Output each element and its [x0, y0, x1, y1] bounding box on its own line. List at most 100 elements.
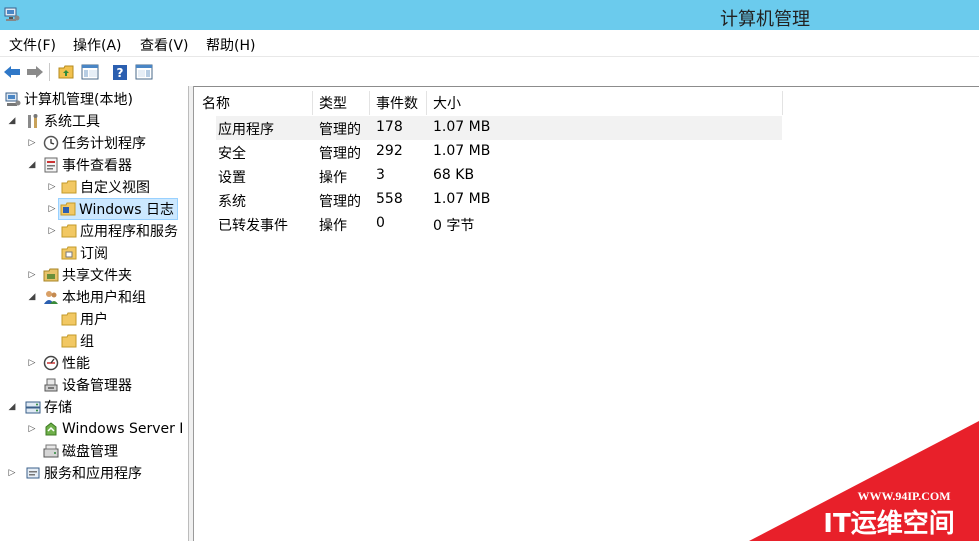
tree-label: Windows Server I [62, 421, 184, 437]
cell-size: 1.07 MB [433, 143, 491, 159]
expand-arrow-icon[interactable]: ◢ [7, 396, 17, 418]
tree-label: Windows 日志 [79, 202, 174, 218]
menu-help[interactable]: 帮助(H) [206, 35, 255, 55]
tree-item-custom-views[interactable]: 自定义视图 [60, 176, 150, 198]
table-row[interactable]: 应用程序 管理的 178 1.07 MB [216, 116, 782, 140]
tree-item-local-users[interactable]: 本地用户和组 [42, 286, 146, 308]
column-header-size[interactable]: 大小 [427, 91, 783, 115]
collapse-arrow-icon[interactable]: ▷ [27, 132, 37, 154]
action-pane-button[interactable] [134, 62, 154, 82]
help-button[interactable]: ? [110, 62, 130, 82]
column-header-type[interactable]: 类型 [313, 91, 370, 115]
cell-name: 系统 [218, 194, 246, 210]
cell-size: 0 字节 [433, 218, 475, 234]
tree-label: 组 [80, 334, 94, 350]
tree-item-performance[interactable]: 性能 [42, 352, 90, 374]
collapse-arrow-icon[interactable]: ▷ [7, 462, 17, 484]
cell-type: 管理的 [319, 146, 361, 162]
collapse-arrow-icon[interactable]: ▷ [27, 264, 37, 286]
performance-icon [42, 355, 59, 372]
window-title: 计算机管理 [720, 9, 810, 30]
tree-item-event-viewer[interactable]: 事件查看器 [42, 154, 132, 176]
cell-count: 178 [376, 119, 403, 135]
collapse-arrow-icon[interactable]: ▷ [47, 220, 57, 242]
tree-label: 事件查看器 [62, 158, 132, 174]
tree-item-task-scheduler[interactable]: 任务计划程序 [42, 132, 146, 154]
table-row[interactable]: 已转发事件 操作 0 0 字节 [216, 212, 782, 236]
svg-text:?: ? [117, 66, 124, 80]
cell-count: 3 [376, 167, 385, 183]
tree-item-windows-logs[interactable]: Windows 日志 [58, 198, 178, 220]
tree-label: 用户 [80, 312, 108, 328]
folder-icon [60, 179, 77, 196]
tree-item-app-service-logs[interactable]: 应用程序和服务 [60, 220, 178, 242]
computer-management-icon [4, 91, 21, 108]
console-tree-icon [81, 64, 99, 80]
storage-icon [24, 399, 41, 416]
tree-label: 存储 [44, 400, 72, 416]
action-pane-icon [135, 64, 153, 80]
users-icon [42, 289, 59, 306]
tree-item-subscriptions[interactable]: 订阅 [60, 242, 108, 264]
toolbar: ? [0, 56, 979, 87]
tree-item-shared-folders[interactable]: 共享文件夹 [42, 264, 132, 286]
tree-item-disk-management[interactable]: 磁盘管理 [42, 440, 118, 462]
expand-arrow-icon[interactable]: ◢ [7, 110, 17, 132]
tree-label: 本地用户和组 [62, 290, 146, 306]
collapse-arrow-icon[interactable]: ▷ [27, 352, 37, 374]
title-bar[interactable]: 计算机管理 [0, 0, 979, 30]
tree-label: 自定义视图 [80, 180, 150, 196]
expand-arrow-icon[interactable]: ◢ [27, 286, 37, 308]
collapse-arrow-icon[interactable]: ▷ [47, 198, 57, 220]
menu-action[interactable]: 操作(A) [73, 35, 122, 55]
forward-button[interactable] [25, 62, 45, 82]
table-row[interactable]: 系统 管理的 558 1.07 MB [216, 188, 782, 212]
cell-size: 1.07 MB [433, 191, 491, 207]
tree-label: 应用程序和服务 [80, 224, 178, 240]
menu-bar: 文件(F) 操作(A) 查看(V) 帮助(H) [0, 30, 979, 56]
up-folder-button[interactable] [56, 62, 76, 82]
tree-label: 系统工具 [44, 114, 100, 130]
show-hide-tree-button[interactable] [80, 62, 100, 82]
collapse-arrow-icon[interactable]: ▷ [27, 418, 37, 440]
console-tree: 计算机管理(本地) ◢ 系统工具 ▷ 任务计划程序 ◢ 事件查看器 ▷ 自定义视… [0, 86, 188, 541]
tree-item-services-apps[interactable]: 服务和应用程序 [24, 462, 142, 484]
cell-count: 292 [376, 143, 403, 159]
back-button[interactable] [2, 62, 22, 82]
watermark-text: IT运维空间 [823, 508, 954, 539]
watermark: WWW.94IP.COM IT运维空间 [749, 421, 979, 541]
tree-item-root[interactable]: 计算机管理(本地) [4, 88, 133, 110]
column-header-name[interactable]: 名称 [196, 91, 313, 115]
tree-label: 设备管理器 [62, 378, 132, 394]
tree-item-users[interactable]: 用户 [60, 308, 108, 330]
cell-type: 操作 [319, 218, 347, 234]
folder-up-icon [58, 65, 73, 79]
forward-arrow-icon [27, 66, 43, 78]
cell-count: 0 [376, 215, 385, 231]
tree-label: 共享文件夹 [62, 268, 132, 284]
tree-label: 性能 [62, 356, 90, 372]
watermark-url: WWW.94IP.COM [857, 489, 950, 503]
event-viewer-icon [42, 157, 59, 174]
tree-label: 计算机管理(本地) [24, 92, 133, 108]
collapse-arrow-icon[interactable]: ▷ [47, 176, 57, 198]
tree-item-storage[interactable]: 存储 [24, 396, 72, 418]
tree-item-device-manager[interactable]: 设备管理器 [42, 374, 132, 396]
cell-type: 操作 [319, 170, 347, 186]
tree-item-groups[interactable]: 组 [60, 330, 94, 352]
device-manager-icon [42, 377, 59, 394]
folder-icon [60, 223, 77, 240]
menu-view[interactable]: 查看(V) [140, 35, 189, 55]
tree-item-system-tools[interactable]: 系统工具 [24, 110, 100, 132]
table-row[interactable]: 安全 管理的 292 1.07 MB [216, 140, 782, 164]
log-folder-icon [59, 201, 76, 218]
table-row[interactable]: 设置 操作 3 68 KB [216, 164, 782, 188]
column-header-count[interactable]: 事件数 [370, 91, 427, 115]
folder-icon [60, 333, 77, 350]
cell-size: 1.07 MB [433, 119, 491, 135]
tree-label: 服务和应用程序 [44, 466, 142, 482]
tree-item-windows-server-backup[interactable]: Windows Server I [42, 418, 183, 440]
menu-file[interactable]: 文件(F) [9, 35, 56, 55]
expand-arrow-icon[interactable]: ◢ [27, 154, 37, 176]
cell-size: 68 KB [433, 167, 475, 183]
